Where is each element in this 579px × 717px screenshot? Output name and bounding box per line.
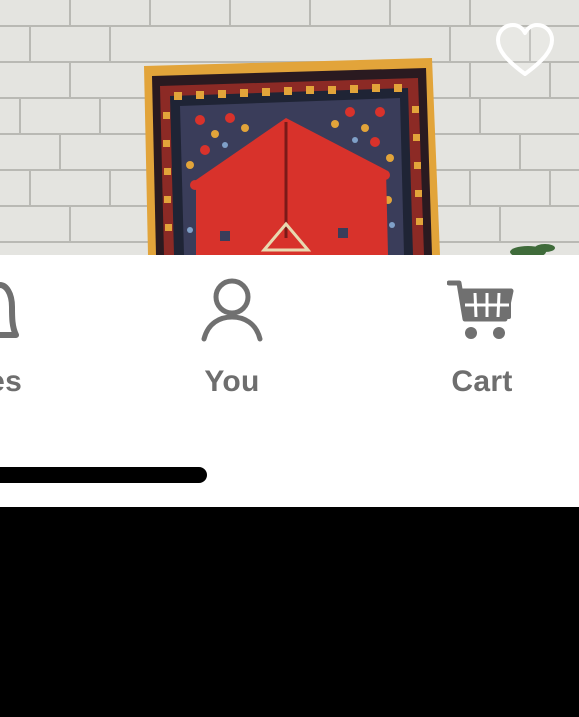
heart-outline-icon [496,23,554,76]
product-photo[interactable] [0,0,579,255]
cart-icon [447,280,514,339]
app-screen: tes You [0,0,579,717]
tab-favorites[interactable]: tes [0,277,90,407]
rug-image [0,0,579,255]
tab-cart[interactable]: Cart [392,277,572,407]
tab-you[interactable]: You [142,277,322,407]
person-icon [201,278,263,342]
tab-favorites-label: tes [0,365,23,398]
tab-you-label: You [204,365,260,398]
tab-cart-label: Cart [451,365,513,398]
home-indicator[interactable] [0,467,207,483]
favorite-button[interactable] [494,22,556,80]
bell-icon [0,282,19,338]
tab-bar: tes You [0,255,579,507]
bottom-area [0,507,579,717]
